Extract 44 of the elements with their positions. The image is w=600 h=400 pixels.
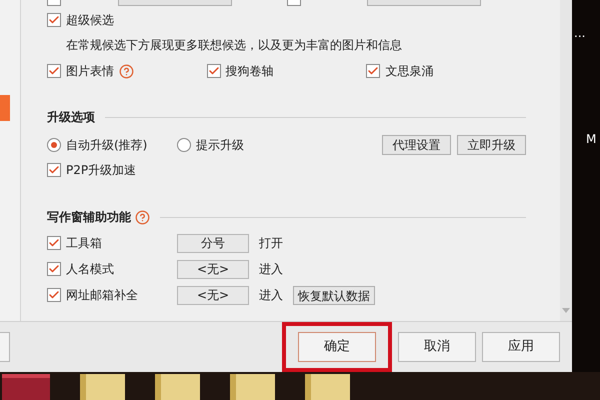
button[interactable]: 代理设置 [382,135,451,155]
radio-button[interactable] [177,138,191,152]
radio-button[interactable] [47,138,61,152]
option-label: 搜狗卷轴 [226,63,274,80]
checkbox[interactable] [47,13,61,27]
option-label: 工具箱 [66,235,102,252]
option-label: 自动升级(推荐) [66,137,148,154]
option-label: P2P升级加速 [66,162,136,179]
help-icon[interactable] [119,64,134,78]
option-label: 图片表情 [66,63,114,80]
option-label: 超级候选 [66,12,114,29]
option-label: 网址邮箱补全 [66,287,138,304]
button[interactable] [0,332,10,362]
dialog-button[interactable]: 应用 [482,332,560,362]
desktop-text: M [586,131,598,148]
desktop-text: ... [574,25,586,42]
action-label: 进入 [259,261,284,278]
dialog-button[interactable]: 取消 [398,332,476,362]
button[interactable]: 恢复默认数据 [293,286,375,304]
hotkey-field[interactable]: <无> [177,260,249,278]
action-label: 进入 [259,287,284,304]
hotkey-field[interactable]: 分号 [177,234,249,252]
option-label: 人名模式 [66,261,114,278]
description: 在常规候选下方展现更多联想候选，以及更为丰富的图片和信息 [66,37,403,54]
option-label: 文思泉涌 [385,63,434,80]
section-title: 写作窗辅助功能 [47,209,131,226]
checkbox[interactable] [47,163,61,177]
checkbox[interactable] [47,288,61,302]
help-icon[interactable] [135,210,150,224]
button[interactable]: 立即升级 [457,135,526,155]
scrollbar[interactable] [560,0,572,321]
checkbox[interactable] [47,236,61,250]
checkbox[interactable] [366,64,380,78]
section-title: 升级选项 [47,109,95,126]
checkbox[interactable] [47,64,61,78]
down-arrow-icon[interactable] [562,308,570,313]
selected-marker [0,95,10,121]
dialog-button[interactable]: 确定 [298,332,376,362]
checkbox[interactable] [206,64,221,78]
checkbox[interactable] [47,262,61,276]
hotkey-field[interactable]: <无> [177,286,249,304]
action-label: 打开 [259,235,284,252]
archive-icon[interactable] [2,374,50,400]
option-label: 提示升级 [196,137,244,154]
